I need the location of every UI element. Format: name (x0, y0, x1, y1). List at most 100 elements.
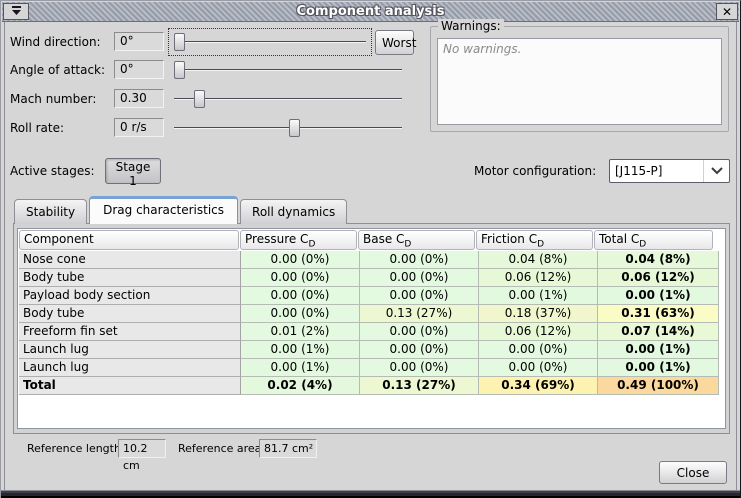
value-cell: 0.00 (0%) (360, 287, 479, 305)
value-cell: 0.06 (12%) (479, 323, 598, 341)
value-cell: 0.18 (37%) (479, 305, 598, 323)
column-header-4[interactable]: Total CD (594, 230, 713, 250)
motor-configuration-label: Motor configuration: (474, 164, 596, 178)
mach-number-label: Mach number: (10, 89, 96, 109)
wind-direction-slider-thumb[interactable] (174, 33, 185, 51)
value-cell: 0.01 (2%) (241, 323, 360, 341)
window-menu-button[interactable] (3, 3, 29, 20)
value-cell: 0.00 (0%) (479, 359, 598, 377)
table-row[interactable]: Nose cone0.00 (0%)0.00 (0%)0.04 (8%)0.04… (19, 251, 719, 269)
mach-number-slider-track (174, 98, 402, 100)
angle-of-attack-slider-track (174, 69, 402, 71)
value-cell: 0.00 (1%) (241, 341, 360, 359)
value-cell: 0.00 (1%) (479, 287, 598, 305)
value-cell: 0.00 (0%) (479, 341, 598, 359)
column-header-1[interactable]: Pressure CD (240, 230, 357, 250)
close-icon: ✕ (722, 5, 732, 19)
value-cell: 0.00 (0%) (360, 341, 479, 359)
component-cell: Body tube (19, 305, 241, 323)
table-row[interactable]: Body tube0.00 (0%)0.13 (27%)0.18 (37%)0.… (19, 305, 719, 323)
reference-length-value: 10.2 cm (118, 439, 166, 458)
reference-length-label: Reference length: (27, 442, 125, 455)
column-header-text: Total C (599, 232, 639, 246)
no-warnings-text: No warnings. (438, 39, 721, 59)
drag-table-header-row: ComponentPressure CDBase CDFriction CDTo… (19, 230, 719, 251)
table-row[interactable]: Body tube0.00 (0%)0.00 (0%)0.06 (12%)0.0… (19, 269, 719, 287)
value-cell: 0.00 (0%) (360, 323, 479, 341)
window-title: Component analysis (2, 2, 739, 22)
titlebar[interactable]: Component analysis ✕ (2, 2, 739, 22)
value-cell: 0.00 (0%) (241, 287, 360, 305)
value-cell: 0.00 (0%) (241, 269, 360, 287)
wind-direction-worst-button[interactable]: Worst (375, 30, 414, 55)
component-analysis-dialog: Component analysis ✕ Wind direction: 0° Wo… (0, 0, 741, 498)
angle-of-attack-field[interactable]: 0° (114, 60, 164, 79)
motor-configuration-value: [J115-P] (610, 164, 703, 178)
column-header-3[interactable]: Friction CD (476, 230, 593, 250)
roll-rate-slider[interactable] (172, 118, 404, 138)
value-cell: 0.04 (8%) (598, 251, 719, 269)
mach-number-field[interactable]: 0.30 (114, 89, 164, 108)
table-row[interactable]: Freeform fin set0.01 (2%)0.00 (0%)0.06 (… (19, 323, 719, 341)
value-cell: 0.07 (14%) (598, 323, 719, 341)
value-cell: 0.00 (0%) (360, 269, 479, 287)
value-cell: 0.04 (8%) (479, 251, 598, 269)
roll-rate-label: Roll rate: (10, 118, 64, 138)
angle-of-attack-label: Angle of attack: (10, 60, 105, 80)
warnings-group-title: Warnings: (438, 19, 504, 33)
tab-drag-characteristics[interactable]: Drag characteristics (89, 196, 238, 224)
drag-characteristics-panel: ComponentPressure CDBase CDFriction CDTo… (13, 223, 730, 434)
value-cell: 0.00 (0%) (360, 359, 479, 377)
component-cell: Body tube (19, 269, 241, 287)
value-cell: 0.00 (1%) (598, 359, 719, 377)
wind-direction-field[interactable]: 0° (114, 32, 164, 51)
roll-rate-field[interactable]: 0 r/s (114, 118, 164, 137)
component-cell: Total (19, 377, 241, 395)
window-frame-bottom (1, 490, 740, 498)
value-cell: 0.31 (63%) (598, 305, 719, 323)
value-cell: 0.02 (4%) (241, 377, 360, 395)
stage-1-toggle-button[interactable]: Stage 1 (105, 158, 161, 184)
table-row[interactable]: Launch lug0.00 (1%)0.00 (0%)0.00 (0%)0.0… (19, 359, 719, 377)
component-cell: Freeform fin set (19, 323, 241, 341)
table-row[interactable]: Payload body section0.00 (0%)0.00 (0%)0.… (19, 287, 719, 305)
tab-stability[interactable]: Stability (14, 199, 87, 224)
window-menu-icon (11, 5, 22, 19)
wind-direction-slider[interactable] (172, 32, 368, 52)
component-cell: Launch lug (19, 359, 241, 377)
value-cell: 0.00 (0%) (241, 305, 360, 323)
warnings-list: No warnings. (437, 38, 722, 125)
roll-rate-slider-thumb[interactable] (289, 119, 300, 137)
value-cell: 0.00 (1%) (598, 287, 719, 305)
window-frame-right (736, 22, 739, 490)
angle-of-attack-slider-thumb[interactable] (174, 61, 185, 79)
value-cell: 0.00 (1%) (241, 359, 360, 377)
column-header-component[interactable]: Component (19, 230, 239, 250)
drag-table: ComponentPressure CDBase CDFriction CDTo… (19, 230, 719, 395)
column-header-text: Base C (363, 232, 404, 246)
close-button[interactable]: Close (659, 461, 727, 484)
value-cell: 0.13 (27%) (360, 377, 479, 395)
table-row[interactable]: Total0.02 (4%)0.13 (27%)0.34 (69%)0.49 (… (19, 377, 719, 395)
value-cell: 0.13 (27%) (360, 305, 479, 323)
reference-area-value: 81.7 cm² (259, 439, 317, 458)
reference-area-label: Reference area: (178, 442, 265, 455)
column-header-2[interactable]: Base CD (358, 230, 475, 250)
component-cell: Payload body section (19, 287, 241, 305)
value-cell: 0.06 (12%) (479, 269, 598, 287)
drag-table-scrollpane[interactable]: ComponentPressure CDBase CDFriction CDTo… (17, 228, 726, 429)
tab-bar: StabilityDrag characteristicsRoll dynami… (14, 196, 349, 224)
motor-configuration-select[interactable]: [J115-P] (609, 159, 730, 183)
angle-of-attack-slider[interactable] (172, 60, 404, 80)
column-header-text: Pressure C (245, 232, 308, 246)
column-header-subscript: D (537, 239, 544, 249)
roll-rate-slider-track (174, 127, 402, 129)
tab-roll-dynamics[interactable]: Roll dynamics (240, 199, 347, 224)
window-close-button[interactable]: ✕ (716, 3, 738, 20)
mach-number-slider[interactable] (172, 89, 404, 109)
table-row[interactable]: Launch lug0.00 (1%)0.00 (0%)0.00 (0%)0.0… (19, 341, 719, 359)
wind-direction-label: Wind direction: (10, 32, 101, 52)
value-cell: 0.06 (12%) (598, 269, 719, 287)
mach-number-slider-thumb[interactable] (194, 90, 205, 108)
value-cell: 0.49 (100%) (598, 377, 719, 395)
